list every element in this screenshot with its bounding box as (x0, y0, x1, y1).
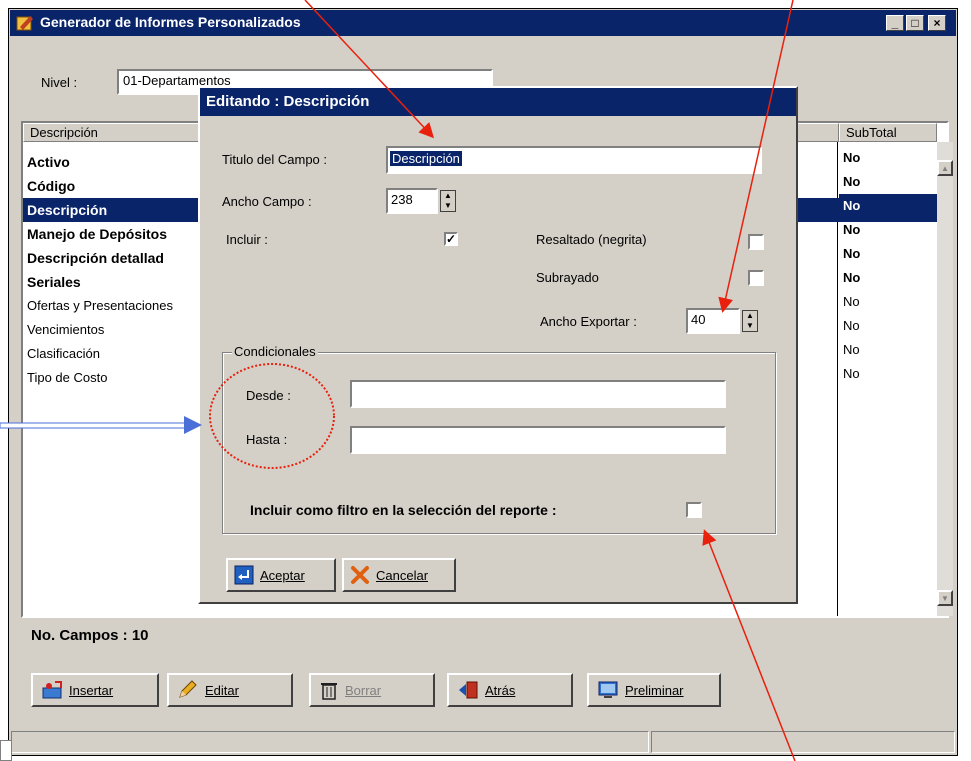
incluir-label: Incluir : (226, 232, 268, 247)
aceptar-button[interactable]: Aceptar (226, 558, 336, 592)
titulo-label: Titulo del Campo : (222, 152, 328, 167)
subrayado-label: Subrayado (536, 270, 599, 285)
borrar-button[interactable]: Borrar (309, 673, 435, 707)
list-item-subtotal: No (839, 194, 937, 218)
list-item-subtotal: No (843, 318, 860, 333)
hasta-input[interactable] (350, 426, 726, 454)
list-item[interactable]: Seriales (23, 270, 81, 294)
list-item[interactable]: Manejo de Depósitos (23, 222, 167, 246)
list-item[interactable]: Código (23, 174, 75, 198)
resaltado-checkbox[interactable] (748, 234, 764, 250)
hasta-label: Hasta : (246, 432, 288, 447)
window-titlebar[interactable]: Generador de Informes Personalizados _ □… (10, 10, 956, 36)
nivel-label: Nivel : (41, 75, 78, 90)
list-item-subtotal: No (843, 366, 860, 381)
list-item-subtotal: No (843, 174, 861, 189)
list-item[interactable]: Descripción detallad (23, 246, 164, 270)
scroll-up-icon[interactable]: ▲ (937, 160, 953, 176)
ancho-campo-input[interactable]: 238 (386, 188, 438, 214)
condicionales-label: Condicionales (232, 344, 318, 359)
subrayado-checkbox[interactable] (748, 270, 764, 286)
desde-label: Desde : (246, 388, 291, 403)
column-header-subtotal[interactable]: SubTotal (839, 123, 937, 142)
cancel-x-icon (351, 566, 369, 584)
corner-fragment (0, 740, 12, 761)
monitor-icon (598, 681, 618, 698)
list-item[interactable]: Vencimientos (23, 318, 104, 342)
insert-icon (42, 681, 62, 699)
app-icon (16, 14, 34, 32)
incluir-checkbox[interactable]: ✓ (444, 232, 458, 246)
trash-icon (321, 683, 337, 700)
status-panel-right (651, 731, 955, 753)
list-item-subtotal: No (843, 246, 861, 261)
resaltado-label: Resaltado (negrita) (536, 232, 647, 247)
ancho-exportar-input[interactable]: 40 (686, 308, 740, 334)
list-item[interactable]: Ofertas y Presentaciones (23, 294, 173, 318)
edit-field-dialog: Editando : Descripción Titulo del Campo … (198, 86, 798, 604)
enter-icon (234, 565, 254, 585)
list-item-subtotal: No (843, 150, 861, 165)
list-item-subtotal: No (843, 294, 860, 309)
pencil-icon (179, 680, 197, 698)
ancho-campo-value: 238 (391, 192, 413, 207)
minimize-button[interactable]: _ (886, 15, 904, 31)
filtro-checkbox[interactable] (686, 502, 702, 518)
desde-input[interactable] (350, 380, 726, 408)
insertar-button[interactable]: Insertar (31, 673, 159, 707)
list-item[interactable]: Tipo de Costo (23, 366, 107, 390)
preliminar-button[interactable]: Preliminar (587, 673, 721, 707)
ancho-campo-label: Ancho Campo : (222, 194, 312, 209)
list-item-subtotal: No (843, 342, 860, 357)
back-arrow-icon (459, 681, 478, 699)
titulo-input[interactable]: Descripción (386, 146, 762, 174)
dialog-title[interactable]: Editando : Descripción (200, 88, 796, 116)
list-item[interactable]: Clasificación (23, 342, 100, 366)
status-panel-left (11, 731, 649, 753)
titulo-value: Descripción (390, 151, 462, 166)
field-count: No. Campos : 10 (31, 627, 149, 644)
cancelar-button[interactable]: Cancelar (342, 558, 456, 592)
list-item-subtotal: No (843, 222, 861, 237)
window-title: Generador de Informes Personalizados (40, 14, 301, 30)
ancho-exportar-label: Ancho Exportar : (540, 314, 637, 329)
list-item[interactable]: Activo (23, 150, 70, 174)
atras-button[interactable]: Atrás (447, 673, 573, 707)
list-item-subtotal: No (843, 270, 861, 285)
maximize-button[interactable]: □ (906, 15, 924, 31)
scroll-down-icon[interactable]: ▼ (937, 590, 953, 606)
ancho-campo-spinner-icon[interactable]: ▲ ▼ (440, 190, 456, 212)
filtro-label: Incluir como filtro en la selección del … (250, 502, 557, 518)
vertical-scrollbar[interactable]: ▲ ▼ (937, 142, 953, 616)
editar-button[interactable]: Editar (167, 673, 293, 707)
ancho-exportar-spinner-icon[interactable]: ▲ ▼ (742, 310, 758, 332)
close-button[interactable]: × (928, 15, 946, 31)
ancho-exportar-value: 40 (691, 312, 706, 327)
